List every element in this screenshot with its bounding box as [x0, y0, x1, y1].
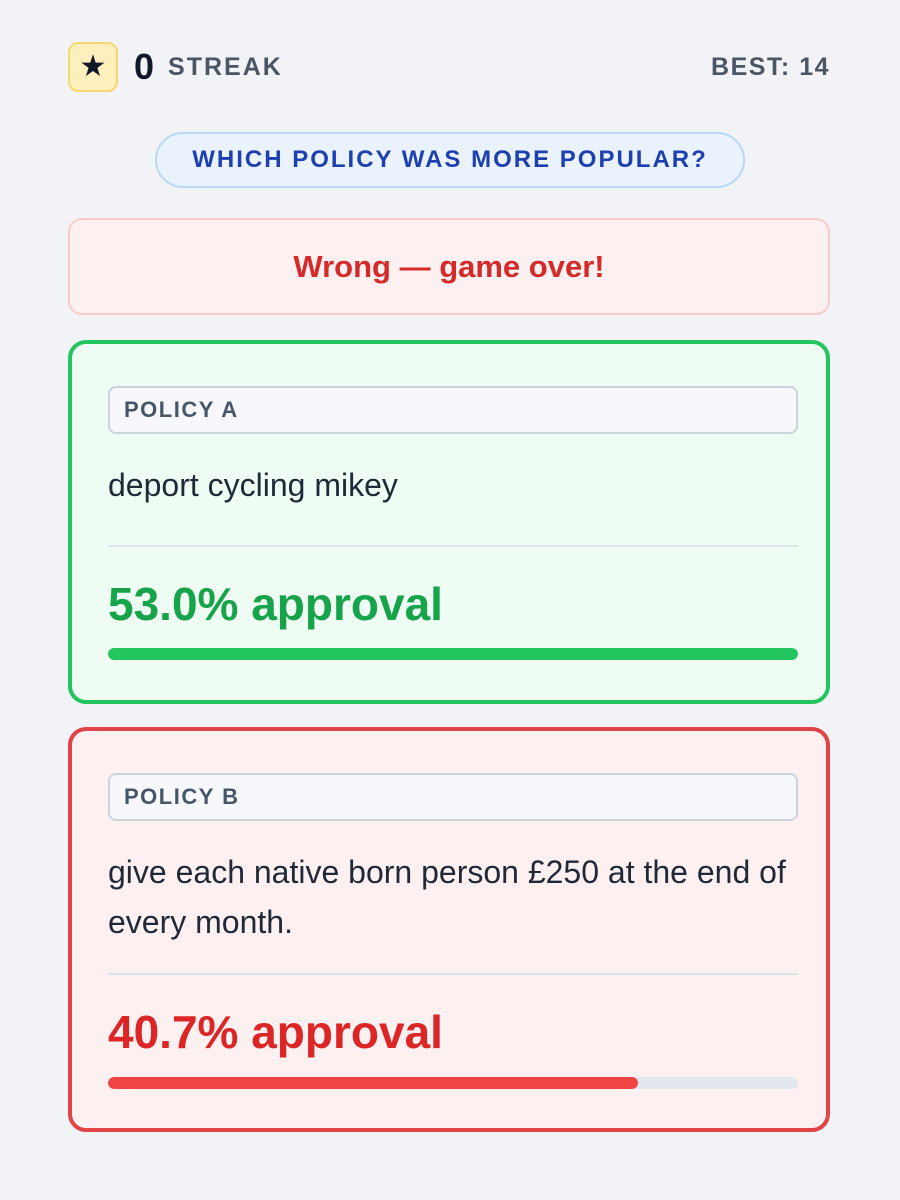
- divider: [108, 973, 798, 975]
- policy-b-text: give each native born person £250 at the…: [108, 854, 786, 940]
- streak-count: 0: [134, 46, 155, 87]
- result-banner: Wrong — game over!: [68, 218, 830, 315]
- policy-b-tag: POLICY B: [108, 773, 798, 821]
- policy-a-approval-bar-fill: [108, 648, 798, 660]
- question-pill: WHICH POLICY WAS MORE POPULAR?: [155, 132, 745, 188]
- policy-a-tag: POLICY A: [108, 386, 798, 434]
- star-icon: ★: [68, 42, 118, 92]
- policy-a-text: deport cycling mikey: [108, 467, 398, 503]
- policy-b-approval-bar: [108, 1077, 798, 1089]
- policy-a-card[interactable]: POLICY A deport cycling mikey 53.0% appr…: [68, 340, 830, 704]
- streak-display: ★ 0 STREAK: [68, 42, 283, 92]
- policy-a-approval: 53.0% approval: [108, 578, 443, 630]
- policy-b-approval: 40.7% approval: [108, 1006, 443, 1058]
- divider: [108, 545, 798, 547]
- policy-b-approval-bar-fill: [108, 1077, 638, 1089]
- best-score: BEST: 14: [711, 52, 830, 81]
- streak-label: STREAK: [168, 52, 283, 81]
- score-bar: ★ 0 STREAK BEST: 14: [68, 42, 830, 92]
- policy-b-card[interactable]: POLICY B give each native born person £2…: [68, 727, 830, 1132]
- policy-a-approval-bar: [108, 648, 798, 660]
- game-screen: ★ 0 STREAK BEST: 14 WHICH POLICY WAS MOR…: [0, 0, 900, 1200]
